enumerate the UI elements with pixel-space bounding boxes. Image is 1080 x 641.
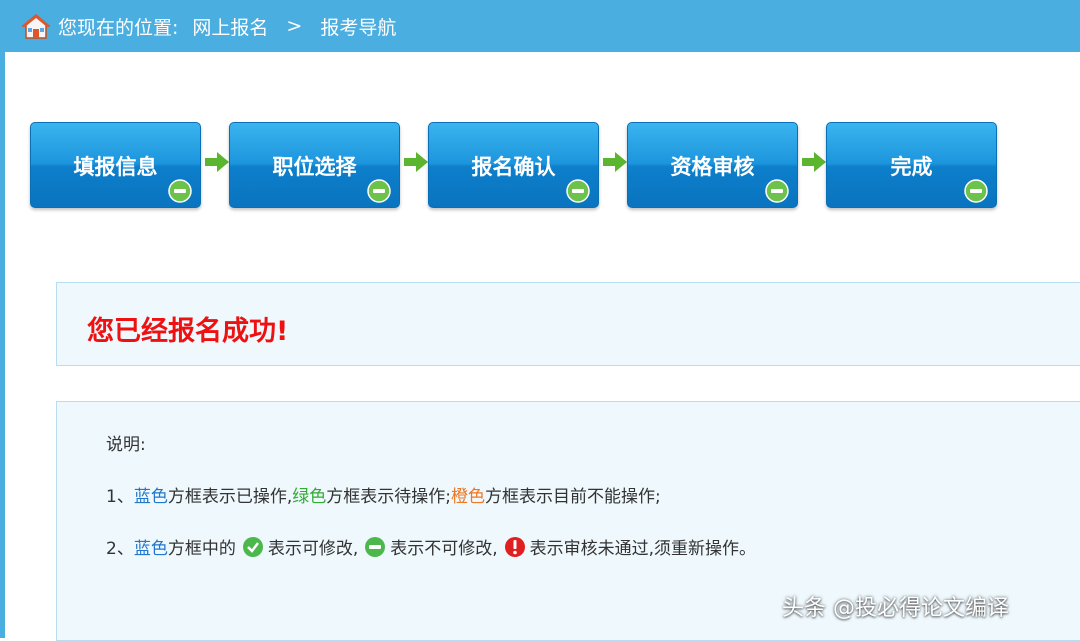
notes-title: 说明: — [106, 435, 146, 455]
step-label: 完成 — [890, 155, 933, 179]
step-label: 职位选择 — [272, 155, 357, 179]
minus-circle-icon — [765, 179, 789, 203]
location-bar: 您现在的位置: 网上报名 > 报考导航 — [0, 0, 1080, 52]
step-label: 资格审核 — [670, 155, 755, 179]
arrow-right-icon — [802, 152, 826, 172]
breadcrumb-item-signup[interactable]: 网上报名 — [192, 13, 268, 40]
minus-circle-icon — [964, 179, 988, 203]
note-blue-text: 蓝色 — [133, 487, 168, 507]
step-fill-info[interactable]: 填报信息 — [30, 122, 201, 208]
arrow-right-icon — [205, 152, 229, 172]
note-green-text: 绿色 — [292, 487, 327, 507]
note-text: 方框表示待操作; — [326, 487, 451, 507]
minus-circle-icon — [566, 179, 590, 203]
note-text: 方框表示已操作, — [167, 487, 293, 507]
step-label: 填报信息 — [73, 155, 158, 179]
step-confirm-signup[interactable]: 报名确认 — [428, 122, 599, 208]
exclamation-circle-icon — [504, 536, 525, 557]
arrow-right-icon — [404, 152, 428, 172]
success-message: 您已经报名成功! — [87, 316, 289, 347]
breadcrumb-item-navigation: 报考导航 — [320, 16, 397, 39]
check-circle-icon — [242, 536, 263, 557]
breadcrumb-separator: > — [286, 15, 303, 37]
note-text: 方框中的 — [167, 539, 236, 559]
note-number: 1、 — [106, 487, 134, 507]
note-line-2: 2、 蓝色 方框中的 表示可修改, 表示不可修改, 表示审核未通过,须重新操作。 — [106, 534, 756, 559]
watermark: 头条 @投必得论文编译 — [782, 596, 1009, 621]
note-text: 表示可修改, — [267, 539, 359, 559]
note-blue-text: 蓝色 — [133, 539, 168, 559]
frame-border — [0, 52, 5, 638]
note-text: 方框表示目前不能操作; — [484, 487, 661, 507]
breadcrumb: 您现在的位置: 网上报名 > 报考导航 — [58, 0, 396, 52]
success-panel: 您已经报名成功! — [56, 282, 1080, 366]
note-line-1: 1、 蓝色 方框表示已操作, 绿色 方框表示待操作; 橙色 方框表示目前不能操作… — [106, 482, 661, 507]
step-label: 报名确认 — [471, 155, 556, 179]
minus-circle-icon — [367, 179, 391, 203]
home-icon — [22, 14, 50, 39]
location-label: 您现在的位置: — [58, 16, 179, 39]
note-text: 表示审核未通过,须重新操作。 — [529, 539, 757, 559]
arrow-right-icon — [603, 152, 627, 172]
step-select-position[interactable]: 职位选择 — [229, 122, 400, 208]
note-orange-text: 橙色 — [450, 487, 485, 507]
step-qualification-review[interactable]: 资格审核 — [627, 122, 798, 208]
step-complete[interactable]: 完成 — [826, 122, 997, 208]
note-text: 表示不可修改, — [390, 539, 498, 559]
note-number: 2、 — [106, 539, 134, 559]
minus-circle-icon — [168, 179, 192, 203]
minus-circle-icon — [365, 536, 386, 557]
